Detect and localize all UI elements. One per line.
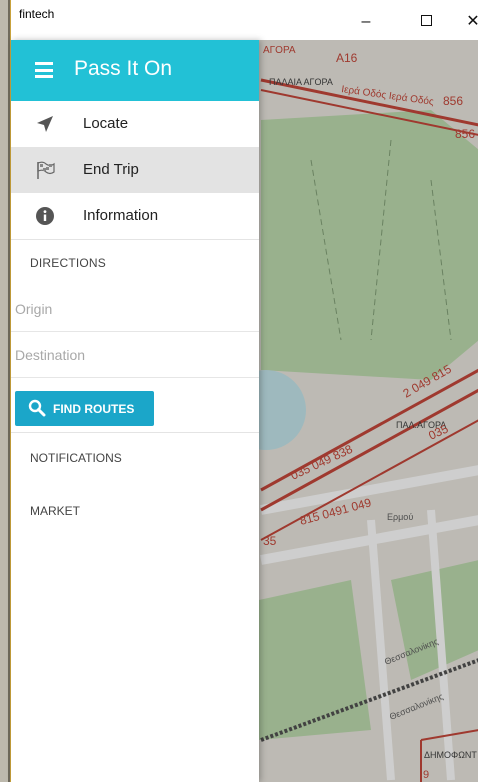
navigation-drawer: Pass It On Locate End Trip Information D… xyxy=(11,40,259,782)
origin-row xyxy=(11,286,259,332)
destination-row xyxy=(11,332,259,378)
maximize-icon xyxy=(420,15,432,26)
directions-heading: DIRECTIONS xyxy=(30,256,107,270)
window-title: fintech xyxy=(19,7,55,21)
close-button[interactable]: ✕ xyxy=(458,12,478,32)
market-heading[interactable]: MARKET xyxy=(30,504,80,518)
divider xyxy=(11,432,259,433)
navigation-arrow-icon xyxy=(37,116,53,132)
destination-input[interactable] xyxy=(15,344,245,366)
origin-input[interactable] xyxy=(15,298,245,320)
find-routes-button[interactable]: FIND ROUTES xyxy=(15,391,154,426)
menu-item-label: End Trip xyxy=(83,161,139,178)
menu-item-label: Information xyxy=(83,207,159,224)
drawer-header: Pass It On xyxy=(11,40,259,101)
app-title: Pass It On xyxy=(74,57,173,80)
info-icon xyxy=(36,207,54,225)
maximize-button[interactable] xyxy=(411,12,441,32)
background-window-edge xyxy=(0,0,10,782)
title-bar: fintech – ✕ xyxy=(11,0,478,40)
search-icon xyxy=(28,399,46,417)
menu-item-end-trip[interactable]: End Trip xyxy=(11,147,259,193)
app-window: fintech – ✕ ΑΓΟΡΑ A16 ΠΑΛΑΙΑ ΑΓΟΡΑ Ιερά … xyxy=(10,0,478,782)
find-routes-label: FIND ROUTES xyxy=(53,402,135,416)
menu-item-label: Locate xyxy=(83,115,129,132)
hamburger-menu-icon[interactable] xyxy=(35,62,53,78)
notifications-heading[interactable]: NOTIFICATIONS xyxy=(30,451,122,465)
directions-section: DIRECTIONS xyxy=(11,240,259,286)
menu-item-locate[interactable]: Locate xyxy=(11,101,259,147)
checkered-flag-icon xyxy=(37,161,55,179)
minimize-button[interactable]: – xyxy=(351,12,381,32)
menu-item-information[interactable]: Information xyxy=(11,193,259,239)
